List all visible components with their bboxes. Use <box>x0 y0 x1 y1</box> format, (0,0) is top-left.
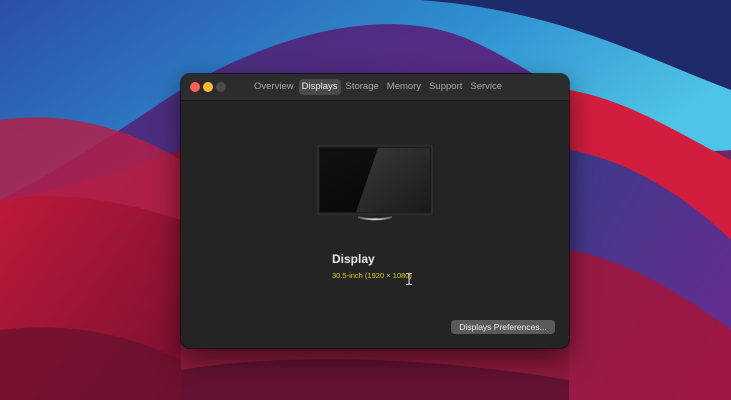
displays-preferences-button[interactable]: Displays Preferences... <box>451 320 555 334</box>
tab-overview[interactable]: Overview <box>251 79 297 95</box>
display-title: Display <box>332 252 375 266</box>
about-this-mac-window: Overview Displays Storage Memory Support… <box>181 74 569 348</box>
display-resolution: 30.5-inch (1920 × 1080) <box>332 271 412 280</box>
zoom-button[interactable] <box>216 82 226 92</box>
close-button[interactable] <box>190 82 200 92</box>
monitor-icon <box>317 145 433 221</box>
tab-storage[interactable]: Storage <box>343 79 382 95</box>
tab-displays[interactable]: Displays <box>298 79 341 95</box>
text-cursor-icon <box>406 273 412 285</box>
minimize-button[interactable] <box>203 82 213 92</box>
desktop: Overview Displays Storage Memory Support… <box>0 0 731 400</box>
tab-service[interactable]: Service <box>467 79 505 95</box>
tab-support[interactable]: Support <box>426 79 465 95</box>
tab-bar: Overview Displays Storage Memory Support… <box>251 79 505 95</box>
titlebar: Overview Displays Storage Memory Support… <box>181 74 569 101</box>
tab-memory[interactable]: Memory <box>384 79 424 95</box>
